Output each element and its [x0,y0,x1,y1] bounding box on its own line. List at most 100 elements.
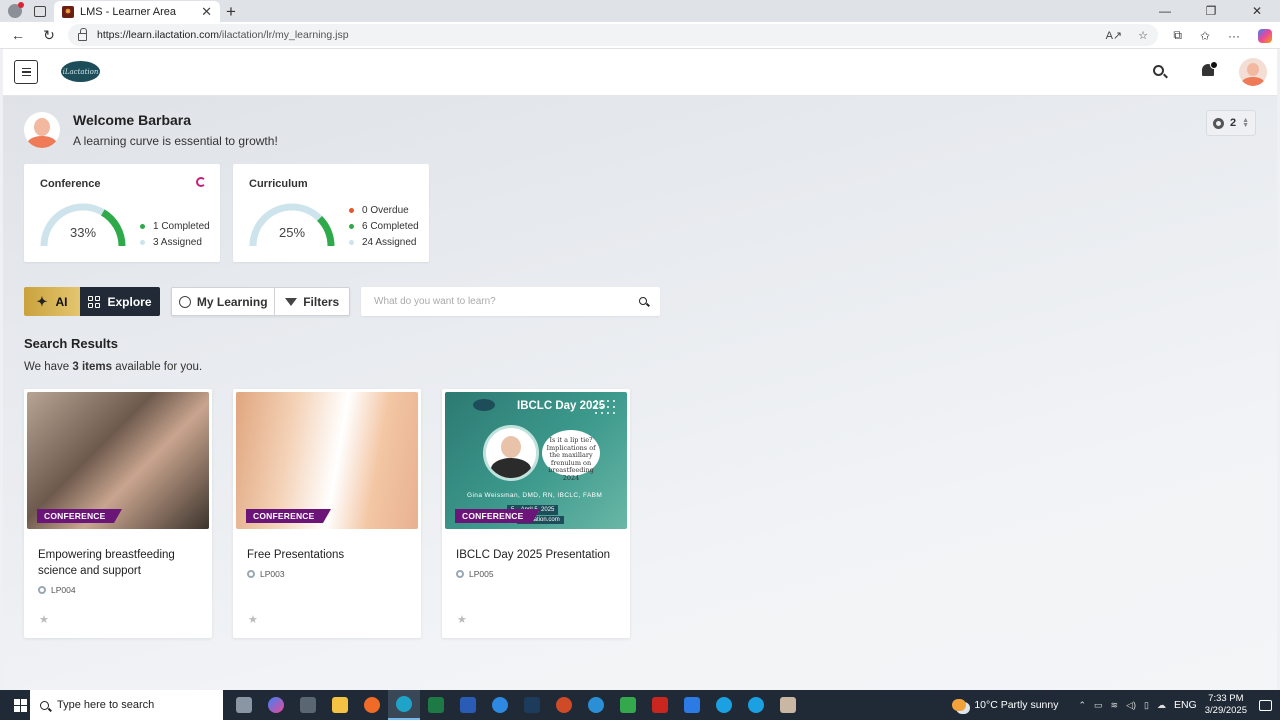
favorite-star-icon[interactable]: ★ [248,613,258,626]
sync-icon[interactable] [196,177,206,187]
tab-actions-icon[interactable] [34,5,46,17]
notification-bell-icon[interactable] [1202,61,1218,76]
filters-label: Filters [303,294,340,309]
course-card[interactable]: CONFERENCE Empowering breastfeeding scie… [24,389,212,638]
course-code: LP003 [247,569,285,579]
favorite-star-icon[interactable]: ☆ [1138,29,1148,42]
acrobat-icon[interactable] [644,690,676,720]
excel-icon[interactable] [420,690,452,720]
weather-icon[interactable] [952,699,967,711]
favorite-star-icon[interactable]: ★ [457,613,467,626]
curriculum-legend: 0 Overdue 6 Completed 24 Assigned [349,202,419,250]
onedrive-icon[interactable]: ☁ [1157,700,1166,711]
conference-stat-card[interactable]: Conference 33% 1 Completed 3 Assigned [24,164,220,262]
settings-count: 2 [1229,117,1237,129]
browser-tab[interactable]: ✸ LMS - Learner Area ✕ [54,1,220,22]
legend-dot [349,239,354,245]
curriculum-percent: 25% [278,225,306,240]
taskbar-apps [228,690,804,720]
course-type-badge: CONFERENCE [246,509,330,523]
site-logo[interactable]: iLactation [61,61,100,82]
copilot-icon[interactable] [1258,28,1272,43]
dropbox-icon[interactable] [676,690,708,720]
volume-icon[interactable]: ◁) [1126,700,1136,711]
ai-button[interactable]: ✦ AI [24,287,80,316]
favorites-icon[interactable]: ✩ [1200,29,1210,43]
welcome-subtitle: A learning curve is essential to growth! [73,134,278,148]
weather-text[interactable]: 10°C Partly sunny [974,699,1058,711]
calculator-icon[interactable] [292,690,324,720]
battery-icon[interactable]: ▯ [1144,700,1149,711]
settings-button[interactable]: 2 ▲ ▼ [1206,110,1256,136]
gear-icon [247,570,255,578]
curriculum-stat-card[interactable]: Curriculum 25% 0 Overdue 6 Completed 24 … [233,164,429,262]
filters-button[interactable]: Filters [275,288,349,315]
chevron-up-icon[interactable]: ⌃ [1078,700,1086,711]
camtasia-icon[interactable] [612,690,644,720]
skype-business-icon[interactable] [740,690,772,720]
restore-icon[interactable]: ❐ [1188,0,1234,22]
course-code-label: LP005 [469,569,494,579]
skype-icon[interactable] [708,690,740,720]
notification-center-icon[interactable] [1259,699,1272,711]
close-tab-icon[interactable]: ✕ [201,4,212,20]
course-title[interactable]: Empowering breastfeeding science and sup… [38,547,198,579]
photoshop-icon[interactable] [516,690,548,720]
ai-label: AI [55,294,68,309]
legend-item: 6 Completed [349,218,419,234]
app-window-icon[interactable] [772,690,804,720]
course-card[interactable]: IBCLC Day 2025 Is it a lip tie? Implicat… [442,389,630,638]
clock[interactable]: 7:33 PM 3/29/2025 [1205,693,1247,717]
user-circle-icon [178,295,191,308]
legend-label: 6 Completed [362,220,419,232]
legend-item: 0 Overdue [349,202,419,218]
browser-profile-icon[interactable] [8,2,24,18]
back-icon[interactable]: ← [5,27,31,43]
explore-button[interactable]: Explore [80,287,160,316]
clock-time: 7:33 PM [1208,693,1244,704]
task-view-icon[interactable] [228,690,260,720]
course-card[interactable]: CONFERENCE Free Presentations LP003 ★ [233,389,421,638]
url-field[interactable]: https://learn.ilactation.com/ilactation/… [68,24,1158,46]
extensions-icon[interactable]: ⧉ [1173,28,1182,43]
results-suffix: available for you. [112,361,203,373]
powerpoint-icon[interactable] [548,690,580,720]
search-input[interactable] [361,296,621,307]
taskbar-search[interactable]: Type here to search [30,690,223,720]
file-explorer-icon[interactable] [324,690,356,720]
search-icon[interactable] [639,297,647,305]
system-tray: 10°C Partly sunny ⌃ ▭ ≋ ◁) ▯ ☁ ENG 7:33 … [952,690,1280,720]
refresh-icon[interactable]: ↻ [36,27,62,44]
my-learning-button[interactable]: My Learning [172,288,276,315]
legend-dot [349,207,354,213]
user-avatar[interactable] [1239,58,1267,86]
edge-icon[interactable] [388,690,420,720]
copilot-app-icon[interactable] [260,690,292,720]
gear-icon [1212,117,1224,129]
word-icon[interactable] [452,690,484,720]
wifi-icon[interactable]: ≋ [1111,700,1119,711]
course-type-badge: CONFERENCE [455,509,539,523]
results-heading: Search Results [24,336,118,351]
language-indicator[interactable]: ENG [1174,699,1197,711]
my-learning-label: My Learning [196,294,268,309]
menu-toggle-button[interactable] [14,60,38,84]
firefox-icon[interactable] [356,690,388,720]
start-button[interactable] [14,698,27,712]
course-title[interactable]: Free Presentations [247,547,407,563]
thumb-bubble-text: Is it a lip tie? Implications of the max… [542,430,600,481]
favorite-star-icon[interactable]: ★ [39,613,49,626]
course-title[interactable]: IBCLC Day 2025 Presentation [456,547,616,563]
minimize-icon[interactable]: — [1142,0,1188,22]
settings-app-icon[interactable] [484,690,516,720]
network-icon[interactable]: ▭ [1094,700,1103,711]
read-aloud-icon[interactable]: A↗ [1106,29,1123,42]
ie-icon[interactable] [580,690,612,720]
search-icon[interactable] [1153,65,1164,76]
favicon-icon: ✸ [62,5,74,18]
new-tab-icon[interactable]: + [226,2,236,22]
close-window-icon[interactable]: ✕ [1234,0,1280,22]
more-menu-icon[interactable]: ··· [1228,29,1240,43]
course-thumbnail: CONFERENCE [236,392,418,529]
search-icon [40,700,49,710]
